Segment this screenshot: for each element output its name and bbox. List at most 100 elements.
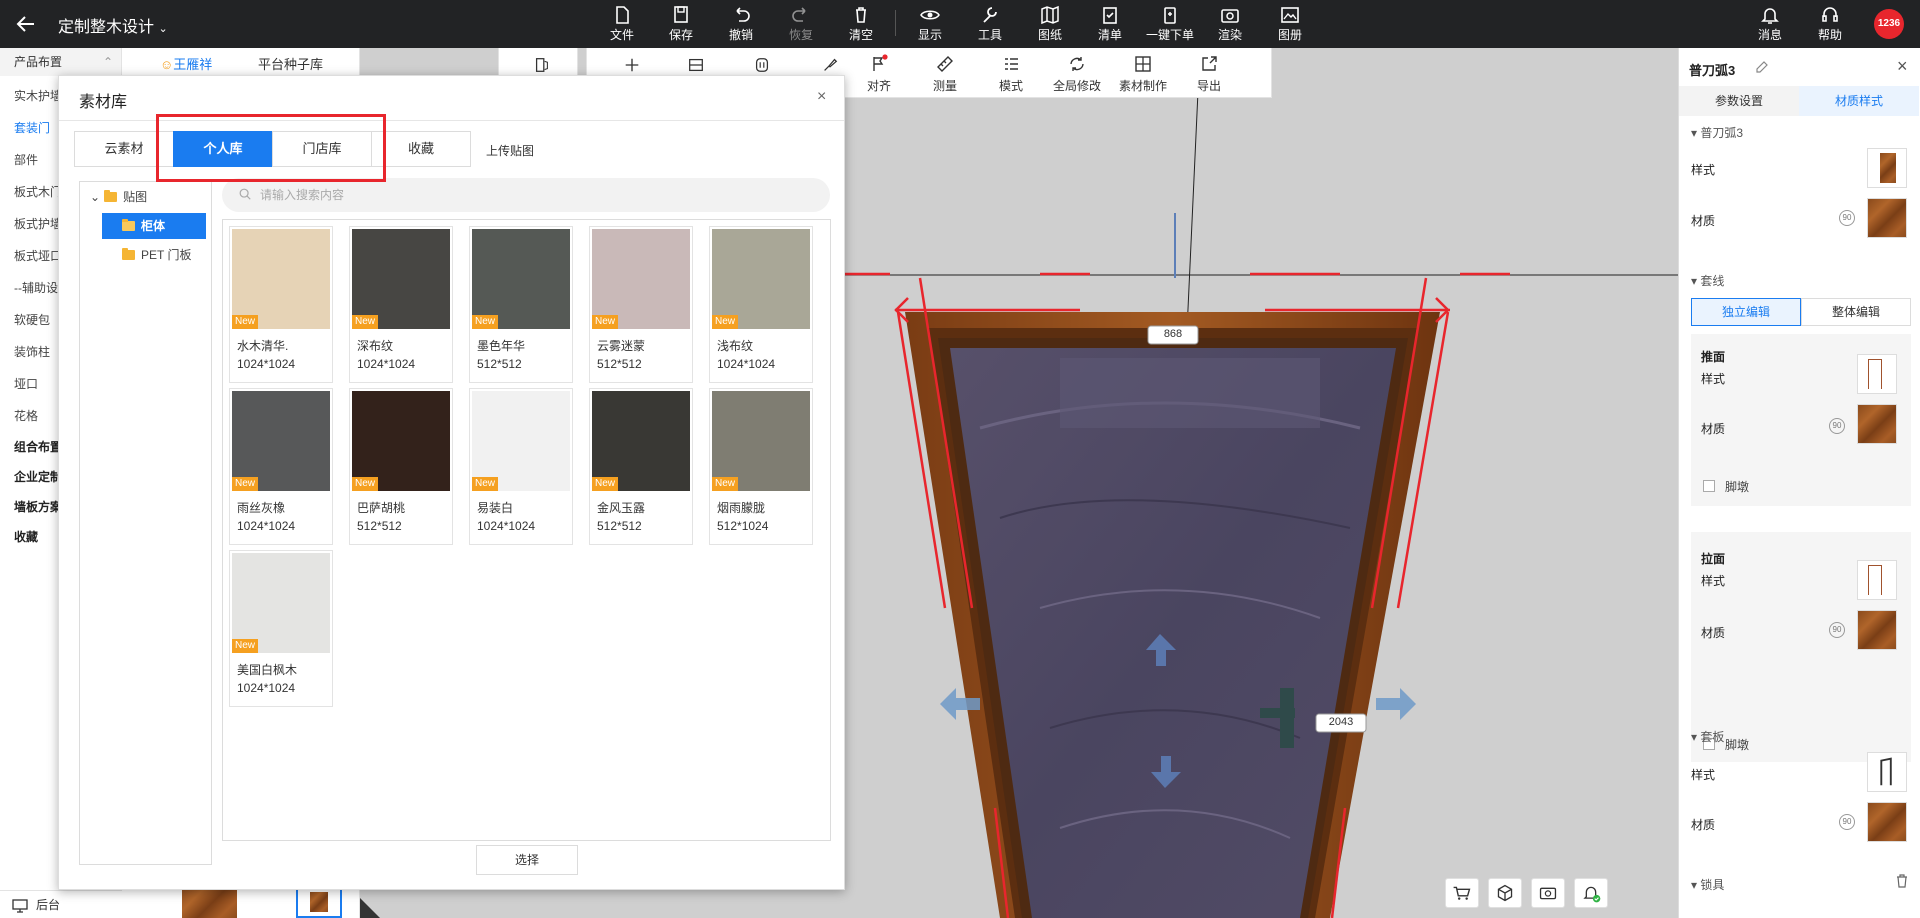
map-icon <box>1041 5 1059 25</box>
file-button[interactable]: 文件 <box>597 3 647 45</box>
close-icon[interactable]: × <box>1897 56 1908 77</box>
tools-label: 工具 <box>977 28 1002 42</box>
layer-icon[interactable] <box>687 56 705 74</box>
3d-view-button[interactable] <box>1488 878 1522 908</box>
rotate-90-icon[interactable]: 90 <box>1829 418 1845 434</box>
chevron-down-icon: ⌄ <box>158 23 168 35</box>
render-button[interactable]: 渲染 <box>1205 3 1255 45</box>
style-thumbnail[interactable] <box>1857 354 1897 394</box>
chevron-down-icon: ⌄ <box>90 190 101 204</box>
global-modify-button[interactable]: 全局修改 <box>1045 54 1109 94</box>
section-header[interactable]: ▾ 普刀弧3 <box>1691 124 1743 141</box>
material-card[interactable]: New 雨丝灰橡 1024*1024 <box>229 388 333 545</box>
material-card[interactable]: New 浅布纹 1024*1024 <box>709 226 813 383</box>
search-input[interactable] <box>260 178 820 212</box>
material-make-button[interactable]: 素材制作 <box>1111 54 1175 94</box>
section-header[interactable]: ▾ 锁具 <box>1691 876 1724 893</box>
list-button[interactable]: 清单 <box>1085 3 1135 45</box>
new-badge: New <box>232 315 258 329</box>
section-title: 普刀弧3 <box>1700 126 1744 140</box>
tree-node-selected[interactable]: 柜体 <box>102 213 206 239</box>
redo-button[interactable]: 恢复 <box>776 3 826 45</box>
messages-button[interactable]: 消息 <box>1745 3 1795 45</box>
help-button[interactable]: 帮助 <box>1805 3 1855 45</box>
undo-button[interactable]: 撤销 <box>716 3 766 45</box>
select-button[interactable]: 选择 <box>476 845 578 875</box>
style-thumbnail[interactable] <box>1857 560 1897 600</box>
measure-button[interactable]: 测量 <box>913 54 977 94</box>
album-button[interactable]: 图册 <box>1265 3 1315 45</box>
section-header[interactable]: ▾ 套板 <box>1691 728 1724 745</box>
material-swatch <box>352 391 450 491</box>
clear-button[interactable]: 清空 <box>836 3 886 45</box>
close-icon[interactable]: × <box>817 88 826 106</box>
style-label: 样式 <box>1691 163 1716 177</box>
group-icon[interactable] <box>753 56 771 74</box>
headset-icon <box>1822 7 1838 22</box>
paint-brush-icon[interactable] <box>821 56 839 74</box>
new-badge: New <box>352 477 378 491</box>
material-card[interactable]: New 金风玉露 512*512 <box>589 388 693 545</box>
drawings-button[interactable]: 图纸 <box>1025 3 1075 45</box>
foot-label: 脚墩 <box>1725 738 1750 752</box>
material-label: 材质 <box>1701 626 1726 640</box>
backend-link[interactable]: 后台 <box>0 890 122 918</box>
tools-button[interactable]: 工具 <box>965 3 1015 45</box>
material-card[interactable]: New 云雾迷蒙 512*512 <box>589 226 693 383</box>
project-title-dropdown[interactable]: 定制整木设计 ⌄ <box>58 13 168 37</box>
rotate-90-icon[interactable]: 90 <box>1839 814 1855 830</box>
highlight-box <box>156 114 386 182</box>
mode-button[interactable]: 模式 <box>979 54 1043 94</box>
material-card[interactable]: New 巴萨胡桃 512*512 <box>349 388 453 545</box>
independent-edit-button[interactable]: 独立编辑 <box>1691 298 1801 326</box>
new-badge: New <box>472 477 498 491</box>
trash-icon[interactable] <box>1895 874 1909 888</box>
back-arrow-icon[interactable] <box>14 12 38 36</box>
tab-parameters[interactable]: 参数设置 <box>1679 86 1799 116</box>
whole-edit-button[interactable]: 整体编辑 <box>1801 298 1911 326</box>
material-thumbnail[interactable] <box>1857 404 1897 444</box>
material-card[interactable]: New 水木清华. 1024*1024 <box>229 226 333 383</box>
material-card[interactable]: New 深布纹 1024*1024 <box>349 226 453 383</box>
material-card[interactable]: New 易装白 1024*1024 <box>469 388 573 545</box>
material-size: 512*512 <box>477 357 522 371</box>
cart-button[interactable] <box>1445 878 1479 908</box>
user-avatar[interactable]: 1236 <box>1874 9 1904 39</box>
clear-label: 清空 <box>848 28 873 42</box>
alerts-button[interactable] <box>1574 878 1608 908</box>
material-card[interactable]: New 墨色年华 512*512 <box>469 226 573 383</box>
material-card[interactable]: New 烟雨朦胧 512*1024 <box>709 388 813 545</box>
align-button[interactable]: 对齐 <box>847 54 911 94</box>
tree-node[interactable]: PET 门板 <box>102 242 191 268</box>
section-header[interactable]: ▾ 套线 <box>1691 272 1724 289</box>
rotate-90-icon[interactable]: 90 <box>1839 210 1855 226</box>
tab-material-style[interactable]: 材质样式 <box>1799 86 1919 116</box>
export-button[interactable]: 导出 <box>1177 54 1241 94</box>
material-thumbnail[interactable] <box>1867 198 1907 238</box>
screenshot-button[interactable] <box>1531 878 1565 908</box>
edit-icon[interactable] <box>1755 60 1769 74</box>
material-thumbnail[interactable] <box>1867 802 1907 842</box>
material-library-dialog: 素材库 × 云素材 个人库 门店库 收藏 上传贴图 ⌄ 贴图 柜体 PET 门板 … <box>58 75 845 890</box>
style-thumbnail[interactable] <box>1867 752 1907 792</box>
tab-platform-library[interactable]: 平台种子库 <box>258 54 323 73</box>
door-mode-icon[interactable] <box>533 56 551 74</box>
style-thumbnail[interactable] <box>1867 148 1907 188</box>
product-layout-header[interactable]: 产品布置 ⌃ <box>0 48 121 76</box>
pull-face-title: 拉面 <box>1701 552 1726 566</box>
save-button[interactable]: 保存 <box>656 3 706 45</box>
one-click-order-button[interactable]: 一键下单 <box>1145 3 1195 45</box>
tab-favorites[interactable]: 收藏 <box>371 131 471 167</box>
display-button[interactable]: 显示 <box>905 3 955 45</box>
upload-texture-link[interactable]: 上传贴图 <box>486 142 534 159</box>
material-size: 512*512 <box>597 357 642 371</box>
material-card[interactable]: New 美国白枫木 1024*1024 <box>229 550 333 707</box>
new-badge: New <box>352 315 378 329</box>
add-icon[interactable] <box>623 56 641 74</box>
rotate-90-icon[interactable]: 90 <box>1829 622 1845 638</box>
tree-root[interactable]: ⌄ 贴图 <box>90 184 147 210</box>
material-thumbnail[interactable] <box>1857 610 1897 650</box>
style-label: 样式 <box>1691 768 1716 782</box>
align-label: 对齐 <box>866 79 891 93</box>
foot-checkbox[interactable] <box>1703 480 1715 492</box>
